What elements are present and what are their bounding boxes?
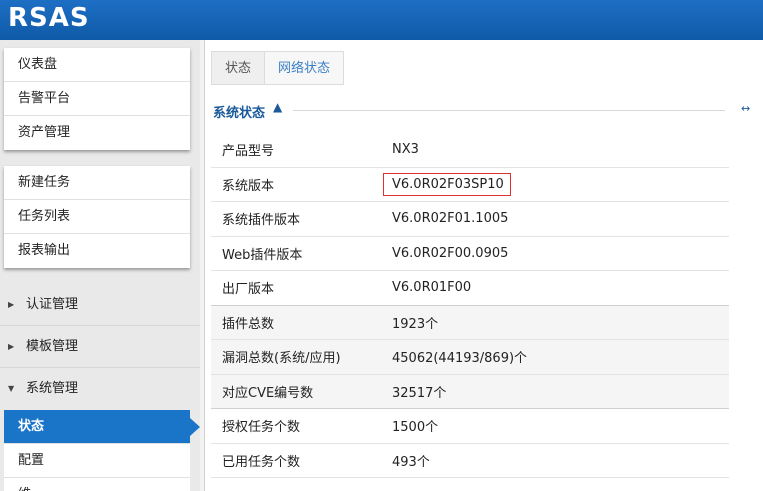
row-value: 493个: [392, 454, 430, 470]
row-label: 出厂版本: [222, 282, 275, 298]
row-label: 漏洞总数(系统/应用): [222, 351, 341, 367]
tab-network-status[interactable]: 网络状态: [265, 51, 345, 85]
sidebar-item-status[interactable]: 状态: [4, 410, 200, 444]
sidebar-item-dashboard[interactable]: 仪表盘: [4, 48, 190, 82]
row-label: 系统版本: [222, 178, 275, 194]
table-row: 系统插件版本 V6.0R02F01.1005: [211, 202, 729, 237]
row-value: V6.0R02F01.1005: [392, 211, 509, 227]
table-row: 漏洞总数(系统/应用) 45062(44193/869)个: [211, 340, 729, 375]
section-divider: [293, 110, 725, 111]
sidebar-item-asset-management[interactable]: 资产管理: [4, 116, 190, 150]
system-info-table: 产品型号 NX3 系统版本 V6.0R02F03SP10 系统插件版本 V6.0…: [211, 133, 729, 478]
row-label: 授权任务个数: [222, 420, 301, 436]
sidebar-section-template[interactable]: ▶ 模板管理: [0, 326, 200, 368]
app-logo: RSAS: [8, 3, 90, 33]
table-row: 系统版本 V6.0R02F03SP10: [211, 168, 729, 202]
sidebar-item-maintenance[interactable]: 维: [4, 478, 190, 491]
collapse-chevron-icon[interactable]: ▲: [273, 100, 282, 114]
nav-group-tasks: 新建任务 任务列表 报表输出: [4, 166, 190, 268]
row-label: 系统插件版本: [222, 213, 301, 229]
top-header: RSAS: [0, 0, 763, 40]
sidebar: 仪表盘 告警平台 资产管理 新建任务 任务列表 报表输出 ▶ 认证管理 ▶ 模板…: [0, 40, 200, 491]
row-value: V6.0R02F00.0905: [392, 245, 509, 261]
table-row: 产品型号 NX3: [211, 133, 729, 168]
sidebar-item-label: 状态: [18, 419, 45, 434]
row-value-highlighted: V6.0R02F03SP10: [383, 172, 511, 196]
row-value: NX3: [392, 142, 419, 158]
nav-group-main: 仪表盘 告警平台 资产管理: [4, 48, 190, 150]
sidebar-section-label: 认证管理: [26, 297, 79, 312]
sidebar-item-task-list[interactable]: 任务列表: [4, 200, 190, 234]
tab-status[interactable]: 状态: [211, 51, 266, 85]
active-arrow-icon: [190, 418, 200, 436]
row-label: 对应CVE编号数: [222, 385, 314, 401]
table-row: 授权任务个数 1500个: [211, 409, 729, 444]
sidebar-section-label: 系统管理: [26, 381, 79, 396]
row-label: 已用任务个数: [222, 454, 301, 470]
sidebar-item-alarm-platform[interactable]: 告警平台: [4, 82, 190, 116]
refresh-icon[interactable]: ↔: [741, 102, 750, 115]
row-value: V6.0R01F00: [392, 280, 472, 296]
main-panel: 状态 网络状态 系统状态 ▲ ↔ 产品型号 NX3 系统版本 V6.0R02F0…: [204, 40, 763, 491]
section-title: 系统状态: [213, 106, 266, 121]
sidebar-item-new-task[interactable]: 新建任务: [4, 166, 190, 200]
sidebar-item-config[interactable]: 配置: [4, 444, 190, 478]
caret-down-icon: ▼: [8, 384, 15, 393]
row-label: 插件总数: [222, 316, 275, 332]
table-row: Web插件版本 V6.0R02F00.0905: [211, 237, 729, 271]
table-row: 插件总数 1923个: [211, 305, 729, 340]
row-value: 45062(44193/869)个: [392, 351, 528, 367]
caret-right-icon: ▶: [8, 300, 15, 309]
system-submenu: 状态 配置 维: [4, 410, 200, 491]
table-row: 已用任务个数 493个: [211, 444, 729, 478]
sidebar-item-report-output[interactable]: 报表输出: [4, 234, 190, 268]
tab-bar: 状态 网络状态: [211, 51, 345, 85]
sidebar-section-label: 模板管理: [26, 339, 79, 354]
table-row: 出厂版本 V6.0R01F00: [211, 271, 729, 306]
row-label: Web插件版本: [222, 247, 303, 263]
row-value: 1923个: [392, 316, 439, 332]
caret-right-icon: ▶: [8, 342, 15, 351]
table-row: 对应CVE编号数 32517个: [211, 374, 729, 409]
sidebar-section-system[interactable]: ▼ 系统管理: [0, 368, 200, 410]
row-value: 1500个: [392, 420, 439, 436]
sidebar-section-auth[interactable]: ▶ 认证管理: [0, 284, 200, 326]
row-value: 32517个: [392, 385, 447, 401]
row-label: 产品型号: [222, 144, 275, 160]
